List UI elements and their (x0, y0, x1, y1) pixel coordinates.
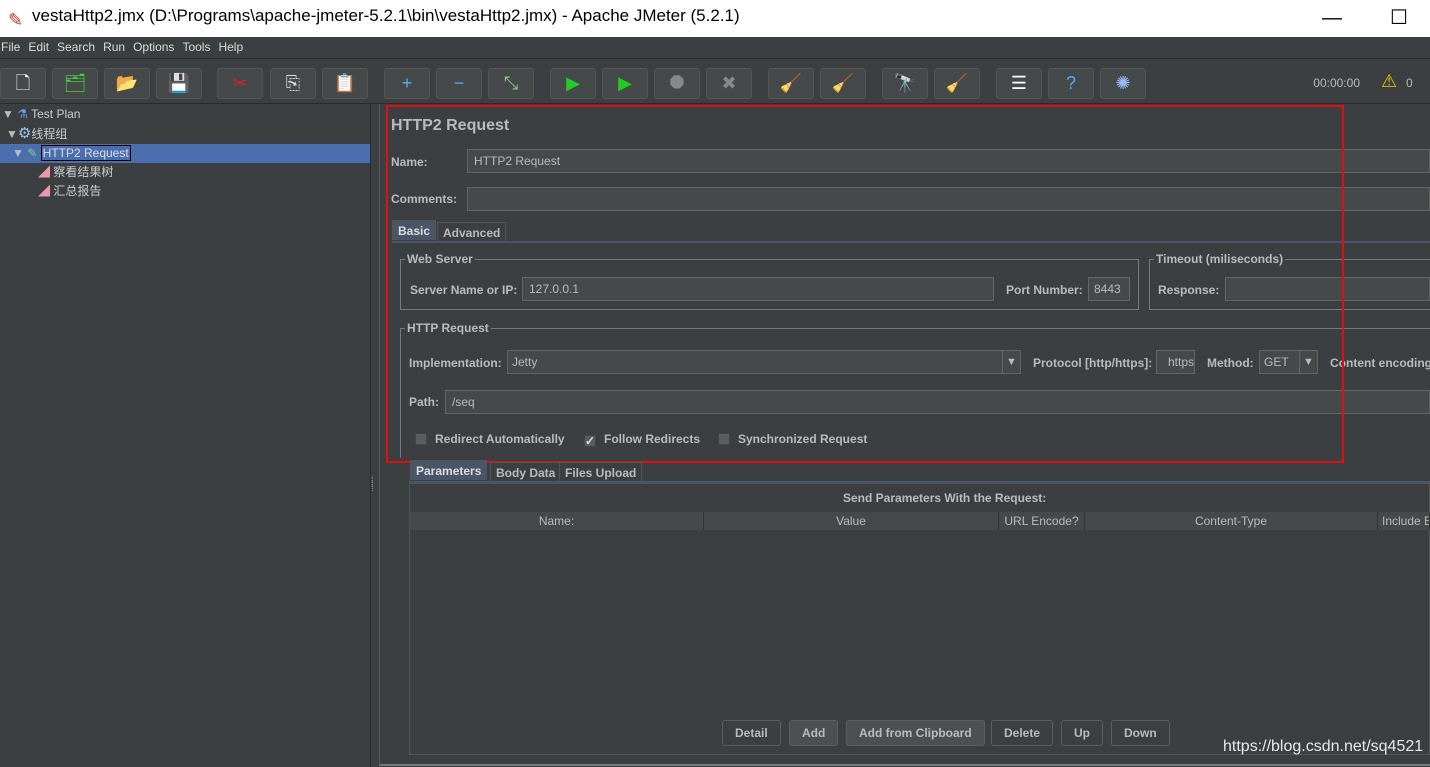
save-icon: 💾 (167, 73, 191, 93)
add-from-clipboard-button[interactable]: Add from Clipboard (846, 720, 985, 746)
function-helper-button[interactable]: ☰ (996, 68, 1042, 99)
menu-search[interactable]: Search (56, 37, 100, 58)
menu-bar: File Edit Search Run Options Tools Help (0, 37, 1430, 58)
collapse-icon: − (453, 73, 465, 93)
bottom-border (380, 764, 1430, 766)
tree-node-http2-request[interactable]: ▼ ✎ HTTP2 Request (0, 144, 370, 163)
paste-button[interactable]: 📋 (322, 68, 368, 99)
clear-button[interactable]: 🧹 (768, 68, 814, 99)
tab-files-upload[interactable]: Files Upload (559, 462, 643, 482)
window-title: vestaHttp2.jmx (D:\Programs\apache-jmete… (32, 6, 740, 25)
watermark: https://blog.csdn.net/sq4521 (1223, 738, 1424, 755)
column-header-content-type[interactable]: Content-Type (1085, 512, 1378, 530)
start-no-pauses-icon: ▶ (618, 73, 632, 93)
shutdown-button[interactable]: ✖ (706, 68, 752, 99)
column-header-name[interactable]: Name: (410, 512, 704, 530)
splitter-grip[interactable]: ⁞ ⁞ ⁞ (371, 476, 379, 498)
toggle-icon: ⤡ (503, 73, 519, 93)
add-button[interactable]: Add (789, 720, 839, 746)
cut-icon: ✂ (232, 73, 248, 93)
copy-button[interactable]: ⎘ (270, 68, 316, 99)
tree-node-test-plan[interactable]: ▼ ⚗ Test Plan (2, 105, 80, 124)
highlight-box (386, 105, 1344, 463)
paste-icon: 📋 (333, 73, 357, 93)
menu-run[interactable]: Run (102, 37, 130, 58)
parameters-title: Send Parameters With the Request: (843, 491, 1047, 505)
new-icon: 🗋 (15, 73, 31, 93)
pipette-icon: ✎ (27, 146, 38, 160)
column-header-include-equals[interactable]: Include Equals? (1378, 512, 1430, 530)
clear-all-icon: 🧹 (831, 73, 855, 93)
menu-help[interactable]: Help (217, 37, 248, 58)
menu-file[interactable]: File (0, 37, 25, 58)
listener-icon: ◢ (38, 165, 51, 179)
up-button[interactable]: Up (1061, 720, 1103, 746)
tree-node-summary-report[interactable]: ◢ 汇总报告 (38, 182, 101, 201)
test-plan-tree: ▼ ⚗ Test Plan ▼⚙线程组 ▼ ✎ HTTP2 Request ◢ … (0, 104, 370, 767)
column-header-url-encode[interactable]: URL Encode? (999, 512, 1085, 530)
listener-icon: ◢ (38, 184, 51, 198)
warning-icon[interactable]: ⚠ (1381, 71, 1397, 92)
stop-button[interactable]: ⯃ (654, 68, 700, 99)
search-icon: 🔭 (893, 73, 917, 93)
cut-button[interactable]: ✂ (217, 68, 263, 99)
help-icon: ? (1065, 73, 1076, 93)
down-button[interactable]: Down (1111, 720, 1170, 746)
elapsed-timer: 00:00:00 (1313, 76, 1360, 90)
templates-button[interactable]: 🗂 (52, 68, 98, 99)
templates-icon: 🗂 (63, 73, 87, 93)
tree-node-view-results-tree[interactable]: ◢ 察看结果树 (38, 163, 113, 182)
new-button[interactable]: 🗋 (0, 68, 46, 99)
content-encoding-label: Content encoding: (1330, 356, 1430, 370)
jmeter-feather-icon: ✎ (8, 10, 24, 30)
search-button[interactable]: 🔭 (882, 68, 928, 99)
clear-all-button[interactable]: 🧹 (820, 68, 866, 99)
warning-count: 0 (1406, 76, 1413, 90)
expand-button[interactable]: + (384, 68, 430, 99)
shutdown-icon: ✖ (721, 73, 737, 93)
menu-tools[interactable]: Tools (181, 37, 215, 58)
flask-icon: ⚗ (17, 107, 28, 121)
save-button[interactable]: 💾 (156, 68, 202, 99)
start-no-pauses-button[interactable]: ▶ (602, 68, 648, 99)
maximize-button[interactable]: ☐ (1390, 2, 1408, 34)
tab-body-data[interactable]: Body Data (490, 462, 562, 482)
toolbar: 🗋 🗂 📂 💾 ✂ ⎘ 📋 + − ⤡ ▶ ▶ ⯃ ✖ 🧹 🧹 🔭 🧹 ☰? ✺ (0, 58, 1430, 104)
title-bar: ✎ vestaHttp2.jmx (D:\Programs\apache-jme… (0, 0, 1430, 37)
collapse-button[interactable]: − (436, 68, 482, 99)
delete-button[interactable]: Delete (991, 720, 1054, 746)
start-icon: ▶ (566, 73, 580, 93)
menu-options[interactable]: Options (132, 37, 179, 58)
detail-button[interactable]: Detail (722, 720, 781, 746)
tab-parameters[interactable]: Parameters (410, 460, 488, 480)
toggle-button[interactable]: ⤡ (488, 68, 534, 99)
function-helper-icon: ☰ (1010, 73, 1028, 93)
help-button[interactable]: ? (1048, 68, 1094, 99)
tree-node-thread-group[interactable]: ▼⚙线程组 (6, 124, 67, 143)
open-icon: 📂 (115, 73, 139, 93)
remote-button[interactable]: ✺ (1100, 68, 1146, 99)
menu-edit[interactable]: Edit (27, 37, 54, 58)
open-button[interactable]: 📂 (104, 68, 150, 99)
minimize-button[interactable]: — (1322, 2, 1342, 34)
splitter[interactable] (370, 104, 380, 767)
stop-icon: ⯃ (669, 73, 685, 93)
start-button[interactable]: ▶ (550, 68, 596, 99)
gear-icon: ⚙ (17, 125, 32, 142)
copy-icon: ⎘ (285, 73, 301, 93)
reset-search-icon: 🧹 (945, 73, 969, 93)
column-header-value[interactable]: Value (704, 512, 999, 530)
reset-search-button[interactable]: 🧹 (934, 68, 980, 99)
clear-icon: 🧹 (779, 73, 803, 93)
remote-icon: ✺ (1115, 73, 1131, 93)
expand-icon: + (401, 73, 413, 93)
